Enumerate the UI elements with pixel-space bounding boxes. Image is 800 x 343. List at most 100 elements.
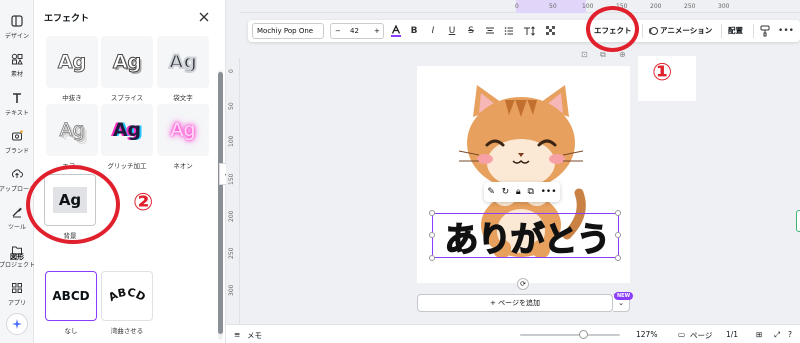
toolbar-divider (721, 24, 722, 38)
resize-handle[interactable] (429, 210, 435, 216)
pages-button[interactable]: ページ (690, 330, 712, 341)
rail-design[interactable]: デザイン (0, 14, 34, 40)
duplicate-icon[interactable]: ⧉ (527, 187, 533, 197)
rotate-icon: ⟳ (520, 280, 526, 288)
duplicate-page-icon[interactable]: ⧉ (600, 50, 606, 60)
lock-icon[interactable]: 🔒︎ (516, 187, 521, 197)
pages-icon[interactable]: ▭ (678, 330, 685, 339)
zoom-slider-knob[interactable] (578, 330, 588, 339)
rotate-handle[interactable]: ⟳ (517, 278, 529, 290)
brand-icon (10, 129, 24, 143)
resize-handle[interactable] (429, 232, 435, 238)
help-icon[interactable]: ? (788, 330, 792, 339)
fullscreen-icon[interactable]: ⤢ (774, 330, 780, 340)
ruler-tick: 200 (650, 3, 662, 10)
paint-format-icon[interactable] (760, 24, 770, 38)
notes-button[interactable]: メモ (247, 330, 262, 341)
effect-echo-tile[interactable]: Ag (46, 104, 98, 156)
effect-label: スプライス (110, 94, 144, 102)
effect-sample: Ag (170, 119, 196, 141)
list-icon[interactable] (504, 24, 514, 38)
rail-label: 素材 (10, 71, 23, 78)
effect-label: グリッチ加工 (107, 162, 147, 170)
text-color-button[interactable] (390, 24, 402, 38)
rotate-refresh-icon[interactable]: ↻ (502, 187, 510, 197)
rail-label: ブランド (4, 148, 29, 155)
ruler-tick: 100 (228, 135, 235, 147)
text-color-icon (391, 25, 401, 37)
text-toolbar: Mochiy Pop One − 42 + B I U S エフェクト アニメー… (248, 20, 800, 42)
more-options-icon[interactable]: ••• (778, 24, 794, 38)
effect-sample: Ag (112, 51, 142, 74)
text-icon (10, 91, 24, 105)
effect-splice-tile[interactable]: Ag (101, 36, 153, 88)
increase-size-button[interactable]: + (374, 27, 380, 35)
resize-handle[interactable] (615, 255, 621, 261)
effect-label: ネオン (173, 162, 193, 170)
bold-icon[interactable]: B (409, 24, 419, 38)
font-size-stepper: − 42 + (330, 23, 384, 39)
panel-scrollbar-thumb[interactable] (218, 72, 223, 334)
strikethrough-icon[interactable]: S (466, 24, 476, 38)
resize-handle[interactable] (615, 210, 621, 216)
resize-handle[interactable] (615, 232, 621, 238)
transparency-icon[interactable] (545, 24, 557, 38)
more-icon[interactable]: ••• (541, 187, 557, 197)
effect-glitch-tile[interactable]: Ag (101, 104, 153, 156)
magic-edit-icon[interactable]: ✎ (487, 187, 495, 197)
font-family-select[interactable]: Mochiy Pop One (252, 23, 324, 39)
effect-label: 袋文字 (173, 94, 193, 102)
close-icon[interactable] (197, 9, 211, 23)
curved-text-sample: ABCD (106, 286, 147, 304)
shape-section-title: 図形 (10, 253, 24, 261)
rail-brand[interactable]: ブランド (0, 129, 34, 155)
vertical-ruler: 0 50 100 150 200 250 300 (226, 58, 240, 343)
effect-outline-tile[interactable]: Ag (157, 36, 209, 88)
ruler-tick: 100 (582, 3, 594, 10)
zoom-slider-track[interactable] (520, 334, 620, 336)
sparkle-icon (12, 319, 22, 329)
apps-icon (10, 281, 24, 295)
effect-neon-tile[interactable]: Ag (157, 104, 209, 156)
font-size-input[interactable]: 42 (350, 27, 359, 35)
zoom-value[interactable]: 127% (636, 330, 657, 339)
notes-icon[interactable]: ≡ (234, 330, 240, 339)
resize-handle[interactable] (429, 255, 435, 261)
annotation-circle-one (586, 6, 639, 52)
tools-icon (10, 205, 24, 219)
annotation-circle-two (26, 165, 120, 244)
upload-icon (10, 167, 24, 181)
effect-sample: Ag (57, 51, 87, 74)
add-page-button[interactable]: + ページを追加 (417, 294, 613, 312)
position-button[interactable]: 配置 (728, 25, 743, 36)
add-page-icon[interactable]: ⊕ (619, 50, 626, 59)
rail-text[interactable]: テキスト (0, 91, 34, 117)
page-count: 1/1 (726, 330, 739, 339)
grid-view-icon[interactable]: ⊞ (756, 330, 762, 339)
italic-icon[interactable]: I (428, 24, 438, 38)
horizontal-ruler: 0 50 100 150 200 250 300 (240, 0, 800, 13)
rail-label: デザイン (4, 33, 29, 40)
decrease-size-button[interactable]: − (335, 27, 341, 35)
effect-sample: Ag (59, 119, 85, 142)
rail-elements[interactable]: 素材 (0, 52, 34, 78)
shape-curve-tile[interactable]: ABCD (101, 271, 153, 321)
align-center-icon[interactable] (485, 24, 495, 38)
canvas-text[interactable]: ありがとう (434, 212, 620, 261)
magic-sparkle-button[interactable] (6, 313, 28, 335)
underline-icon[interactable]: U (447, 24, 457, 38)
effect-hollow-tile[interactable]: Ag (46, 36, 98, 88)
layout-icon (10, 14, 24, 28)
effect-sample: Ag (112, 119, 142, 141)
shape-none-tile[interactable]: ABCD (45, 271, 97, 321)
lock-page-icon[interactable]: ⊡ (581, 50, 588, 59)
animate-button[interactable]: アニメーション (660, 25, 712, 36)
panel-title: エフェクト (44, 14, 90, 24)
ruler-tick: 0 (515, 3, 519, 10)
side-panel-handle[interactable] (796, 210, 800, 232)
ruler-tick: 300 (228, 284, 235, 296)
rail-apps[interactable]: アプリ (0, 281, 34, 307)
effect-sample: Ag (168, 50, 198, 74)
spacing-icon[interactable] (523, 24, 535, 38)
chevron-down-icon: ⌄ (618, 299, 624, 307)
